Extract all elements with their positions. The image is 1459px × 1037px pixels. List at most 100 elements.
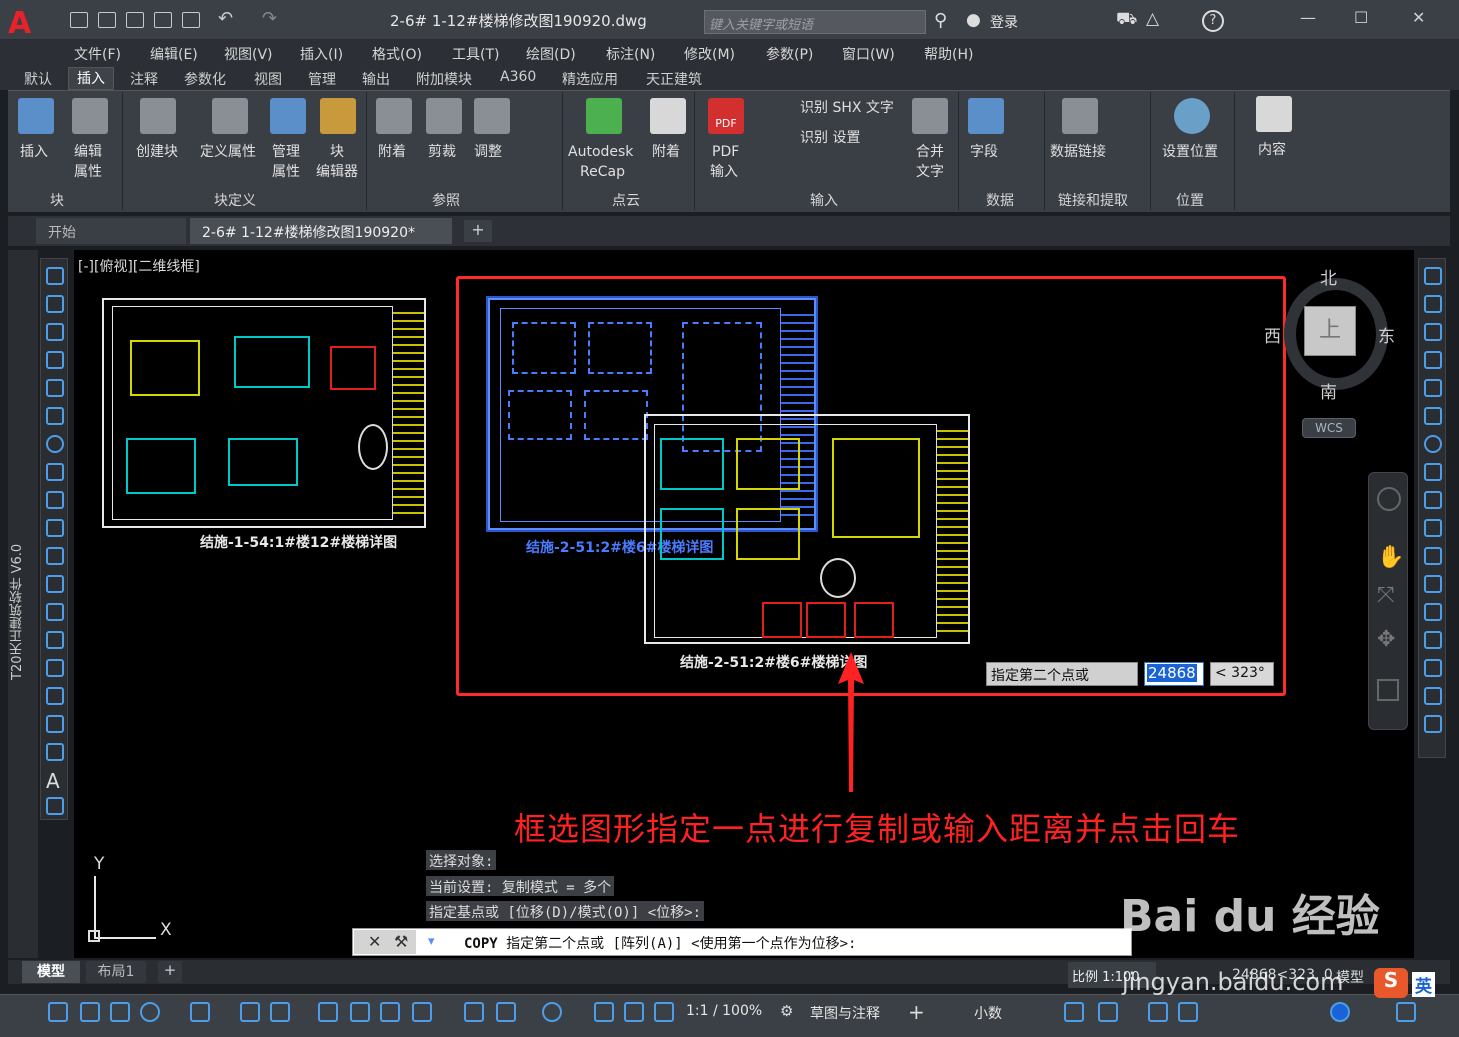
pdf-import-button[interactable]: PDF: [712, 142, 739, 162]
add-selected-icon[interactable]: [46, 797, 64, 815]
table-icon[interactable]: [46, 743, 64, 761]
panel-link-extract[interactable]: 链接和提取: [1058, 190, 1128, 210]
menu-modify[interactable]: 修改(M): [684, 44, 735, 64]
command-prompt[interactable]: COPY 指定第二个点或 [阵列(A)] <使用第一个点作为位移>:: [464, 933, 856, 953]
isolate-objects-icon[interactable]: [1148, 1002, 1168, 1022]
break-icon[interactable]: [1424, 575, 1442, 593]
save-as-icon[interactable]: [154, 12, 172, 28]
hardware-acceleration-icon[interactable]: [1178, 1002, 1198, 1022]
erase-icon[interactable]: [1424, 267, 1442, 285]
menu-view[interactable]: 视图(V): [224, 44, 273, 64]
add-layout-button[interactable]: +: [158, 961, 182, 983]
manage-attribute-button[interactable]: 管理: [272, 142, 300, 162]
menu-draw[interactable]: 绘图(D): [526, 44, 576, 64]
object-snap-icon[interactable]: [270, 1002, 290, 1022]
selection-filter-icon[interactable]: [496, 1002, 516, 1022]
field-button[interactable]: 字段: [970, 142, 998, 162]
units-dropdown[interactable]: 小数: [974, 1003, 1002, 1023]
redo-icon[interactable]: ↷: [262, 8, 277, 29]
viewport-label[interactable]: [-][俯视][二维线框]: [78, 256, 200, 276]
annotation-monitor-icon[interactable]: +: [908, 1000, 925, 1024]
print-icon[interactable]: [182, 12, 200, 28]
create-block-icon[interactable]: [140, 98, 176, 134]
transparency-icon[interactable]: [350, 1002, 370, 1022]
steering-wheel-icon[interactable]: [1377, 487, 1401, 511]
undo-icon[interactable]: ↶: [218, 8, 233, 29]
tab-a360[interactable]: A360: [500, 69, 536, 85]
tab-start[interactable]: 开始: [36, 218, 186, 244]
adjust-button[interactable]: 调整: [474, 142, 502, 162]
binoculars-icon[interactable]: ⚲: [934, 10, 947, 31]
distance-value[interactable]: 24868: [1147, 664, 1197, 682]
chamfer-icon[interactable]: [1424, 631, 1442, 649]
insert-button[interactable]: 插入: [20, 142, 48, 162]
region-icon[interactable]: [46, 715, 64, 733]
dynamic-input-distance[interactable]: 24868: [1144, 662, 1204, 686]
dynamic-input-angle[interactable]: < 323°: [1210, 662, 1274, 686]
blend-icon[interactable]: [1424, 687, 1442, 705]
tab-parametric[interactable]: 参数化: [184, 69, 226, 89]
clean-screen-icon[interactable]: [1330, 1002, 1350, 1022]
data-link-button[interactable]: 数据链接: [1050, 142, 1106, 162]
combine-text-button[interactable]: 合并: [916, 142, 944, 162]
annotation-visibility-icon[interactable]: [594, 1002, 614, 1022]
tab-addins[interactable]: 附加模块: [416, 69, 472, 89]
block-editor-icon[interactable]: [320, 98, 356, 134]
lineweight-icon[interactable]: [318, 1002, 338, 1022]
tab-document[interactable]: 2-6# 1-12#楼梯修改图190920*: [190, 218, 452, 244]
viewcube-top-face[interactable]: 上: [1304, 306, 1356, 356]
explode-icon[interactable]: [1424, 715, 1442, 733]
attach-button[interactable]: 附着: [378, 142, 406, 162]
panel-import[interactable]: 输入: [810, 190, 838, 210]
trim-icon[interactable]: [1424, 519, 1442, 537]
cart-icon[interactable]: ⛟: [1116, 9, 1137, 31]
clip-button[interactable]: 剪裁: [428, 142, 456, 162]
compass-west[interactable]: 西: [1264, 322, 1281, 347]
dynamic-ucs-icon[interactable]: [464, 1002, 484, 1022]
create-block-button[interactable]: 创建块: [136, 142, 178, 162]
recent-commands-icon[interactable]: ▾: [428, 934, 435, 949]
panel-data[interactable]: 数据: [986, 190, 1014, 210]
clip-icon[interactable]: [426, 98, 462, 134]
ellipse-arc-icon[interactable]: [46, 547, 64, 565]
move-icon[interactable]: [1424, 407, 1442, 425]
spline-icon[interactable]: [46, 491, 64, 509]
rotate-icon[interactable]: [1424, 435, 1442, 453]
mirror-icon[interactable]: [1424, 323, 1442, 341]
hatch-icon[interactable]: [46, 659, 64, 677]
adjust-icon[interactable]: [474, 98, 510, 134]
menu-edit[interactable]: 编辑(E): [150, 44, 198, 64]
ime-logo-icon[interactable]: S: [1374, 968, 1408, 998]
revision-cloud-icon[interactable]: [46, 463, 64, 481]
extend-icon[interactable]: [1424, 547, 1442, 565]
stretch-icon[interactable]: [1424, 491, 1442, 509]
user-icon[interactable]: ●: [966, 10, 981, 30]
make-block-icon[interactable]: [46, 603, 64, 621]
manage-attribute-icon[interactable]: [270, 98, 306, 134]
arc-icon[interactable]: [46, 407, 64, 425]
menu-tools[interactable]: 工具(T): [452, 44, 499, 64]
menu-help[interactable]: 帮助(H): [924, 44, 973, 64]
lock-ui-icon[interactable]: [1098, 1002, 1118, 1022]
data-link-icon[interactable]: [1062, 98, 1098, 134]
workspace-switch[interactable]: 草图与注释: [810, 1003, 880, 1023]
compass-east[interactable]: 东: [1378, 322, 1395, 347]
array-icon[interactable]: [1424, 379, 1442, 397]
offset-icon[interactable]: [1424, 351, 1442, 369]
showmotion-icon[interactable]: [1377, 679, 1399, 701]
pan-icon[interactable]: ✋: [1377, 545, 1404, 570]
polygon-icon[interactable]: [46, 351, 64, 369]
gizmo-icon[interactable]: [542, 1002, 562, 1022]
insert-block-icon[interactable]: [18, 98, 54, 134]
panel-block-definition[interactable]: 块定义: [214, 190, 256, 210]
annotation-scale-icon[interactable]: [654, 1002, 674, 1022]
attach-icon[interactable]: [376, 98, 412, 134]
login-link[interactable]: 登录: [990, 12, 1018, 32]
tab-annotate[interactable]: 注释: [130, 69, 158, 89]
point-icon[interactable]: [46, 631, 64, 649]
edit-attribute-icon[interactable]: [72, 98, 108, 134]
menu-window[interactable]: 窗口(W): [842, 44, 895, 64]
rectangle-icon[interactable]: [46, 379, 64, 397]
connect-icon[interactable]: △: [1146, 9, 1159, 29]
tab-insert[interactable]: 插入: [68, 67, 114, 90]
